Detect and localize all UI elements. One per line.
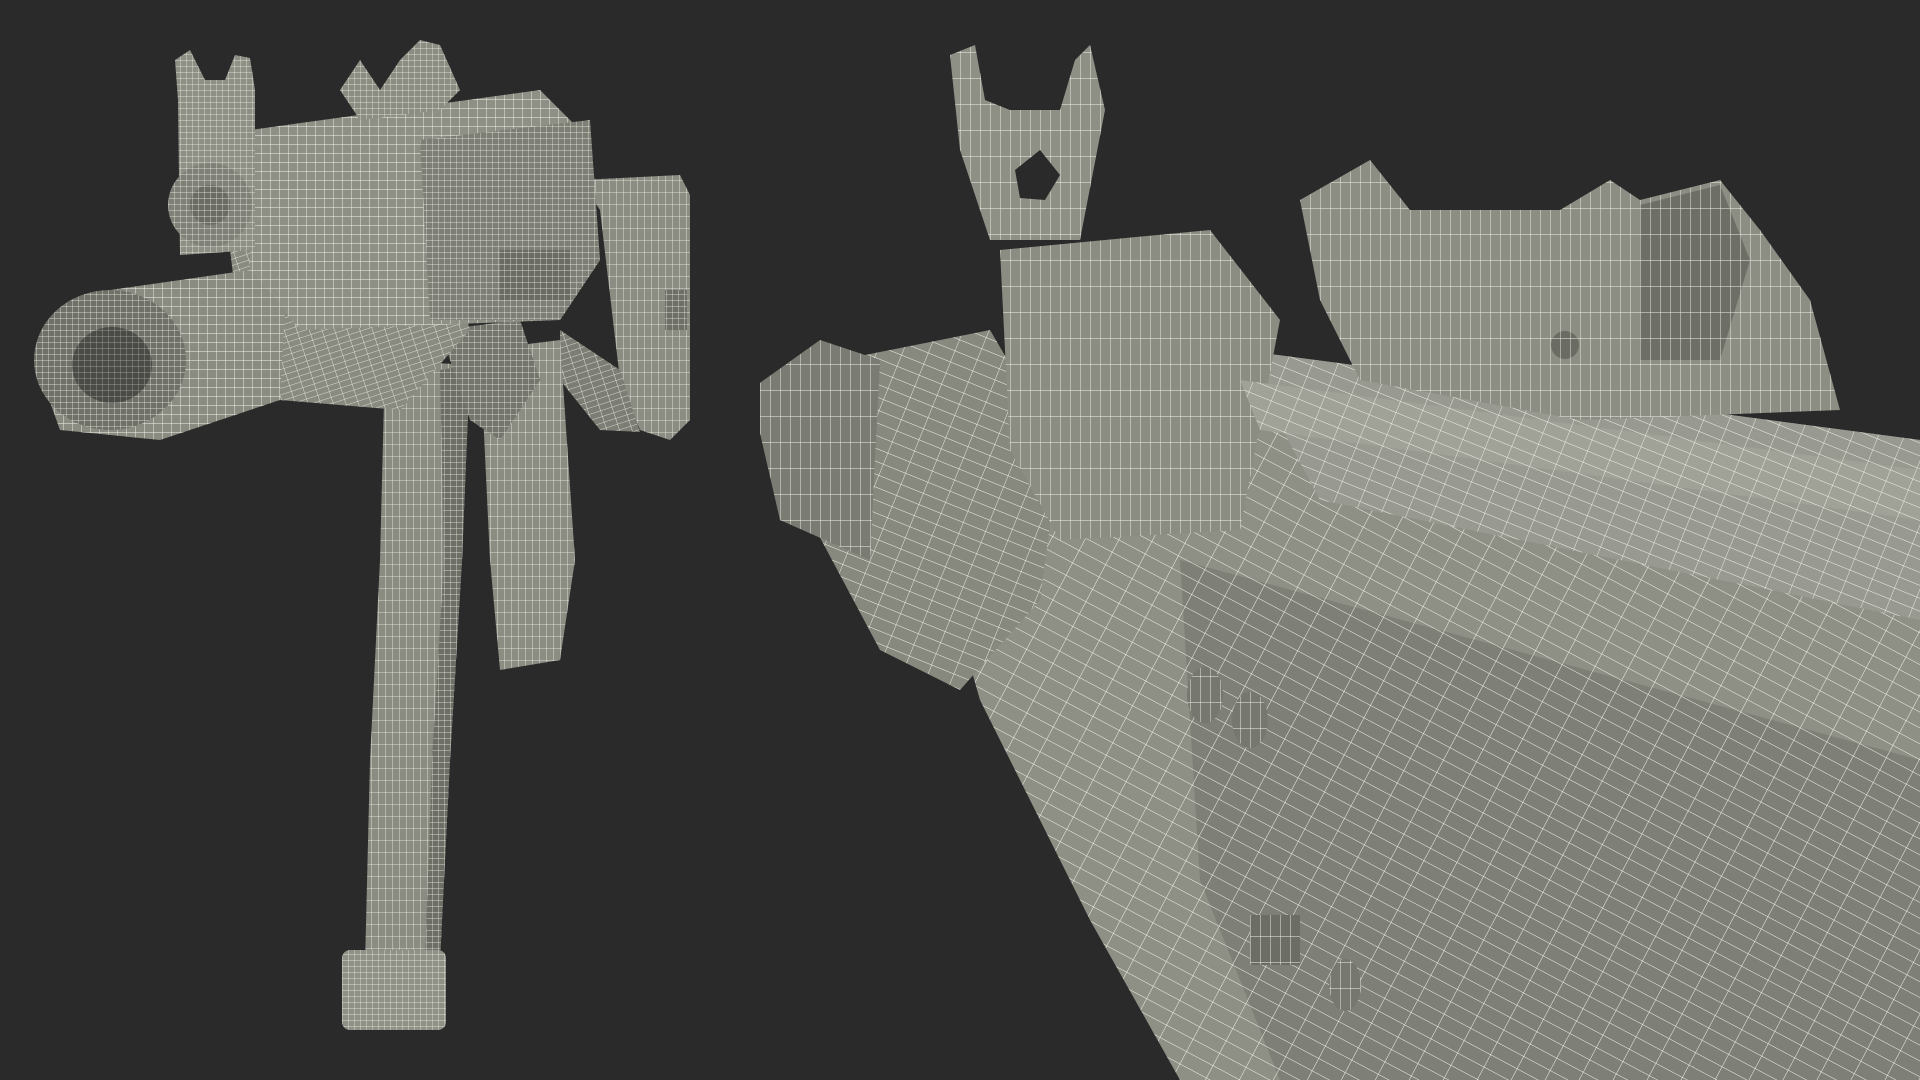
front-sight xyxy=(168,50,255,255)
closeup-render xyxy=(760,45,1920,1080)
overview-render xyxy=(34,40,690,1030)
muzzle-brake xyxy=(34,270,285,440)
rear-sight xyxy=(1300,160,1840,420)
receiver xyxy=(250,90,600,330)
rear-sight xyxy=(340,40,460,120)
render-scene xyxy=(0,0,1920,1080)
closeup-view xyxy=(760,0,1920,1080)
overview-view xyxy=(0,0,760,1080)
upper-handguard xyxy=(1000,230,1280,540)
front-sight xyxy=(950,45,1105,240)
magazine xyxy=(342,360,470,1030)
